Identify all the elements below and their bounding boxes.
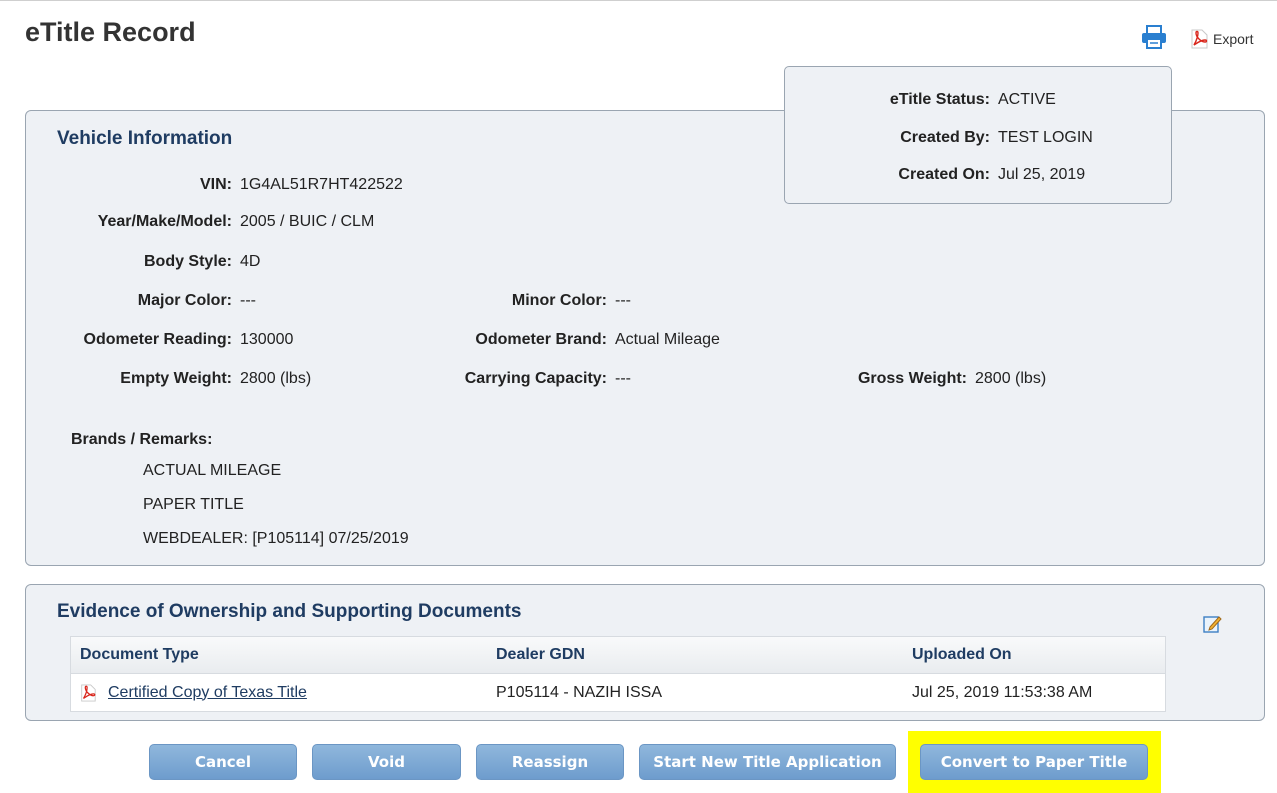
odometer-brand-label: Odometer Brand: bbox=[475, 331, 607, 348]
odometer-brand-value: Actual Mileage bbox=[615, 331, 720, 348]
remark-item: WEBDEALER: [P105114] 07/25/2019 bbox=[143, 530, 409, 547]
odometer-reading-value: 130000 bbox=[240, 331, 294, 348]
documents-table: Document Type Dealer GDN Uploaded On Cer… bbox=[70, 636, 1166, 712]
carrying-capacity-label: Carrying Capacity: bbox=[464, 370, 607, 387]
remark-item: PAPER TITLE bbox=[143, 496, 244, 513]
vin-label: VIN: bbox=[200, 176, 232, 193]
odometer-reading-label: Odometer Reading: bbox=[83, 331, 232, 348]
pdf-icon bbox=[1191, 29, 1208, 49]
export-label: Export bbox=[1213, 31, 1254, 47]
column-header-document-type[interactable]: Document Type bbox=[80, 637, 199, 673]
body-style-label: Body Style: bbox=[143, 253, 232, 270]
column-header-dealer-gdn[interactable]: Dealer GDN bbox=[496, 637, 585, 673]
remark-item: ACTUAL MILEAGE bbox=[143, 462, 282, 479]
table-row: Certified Copy of Texas Title P105114 - … bbox=[71, 674, 1165, 711]
document-link[interactable]: Certified Copy of Texas Title bbox=[108, 684, 307, 702]
created-on-value: Jul 25, 2019 bbox=[998, 166, 1086, 183]
vin-value: 1G4AL51R7HT422522 bbox=[240, 176, 403, 193]
year-make-model-label: Year/Make/Model: bbox=[97, 213, 232, 230]
cancel-button[interactable]: Cancel bbox=[149, 744, 297, 780]
status-label: eTitle Status: bbox=[889, 91, 990, 108]
vehicle-info-title: Vehicle Information bbox=[57, 128, 233, 149]
export-link[interactable]: Export bbox=[1189, 27, 1253, 51]
minor-color-value: --- bbox=[615, 292, 631, 309]
column-header-uploaded-on[interactable]: Uploaded On bbox=[912, 637, 1012, 673]
brands-remarks-label: Brands / Remarks: bbox=[71, 431, 213, 448]
gross-weight-value: 2800 (lbs) bbox=[975, 370, 1047, 387]
created-by-label: Created By: bbox=[900, 129, 990, 146]
empty-weight-label: Empty Weight: bbox=[120, 370, 232, 387]
status-box: eTitle Status: ACTIVE Created By: TEST LOG… bbox=[784, 66, 1172, 204]
major-color-value: --- bbox=[240, 292, 256, 309]
start-new-title-application-button[interactable]: Start New Title Application bbox=[639, 744, 896, 780]
edit-icon[interactable] bbox=[1203, 614, 1223, 634]
body-style-value: 4D bbox=[240, 253, 261, 270]
convert-to-paper-title-button[interactable]: Convert to Paper Title bbox=[920, 744, 1148, 780]
uploaded-on-cell: Jul 25, 2019 11:53:38 AM bbox=[912, 683, 1093, 701]
documents-title: Evidence of Ownership and Supporting Doc… bbox=[57, 601, 522, 622]
minor-color-label: Minor Color: bbox=[511, 292, 607, 309]
void-button[interactable]: Void bbox=[312, 744, 461, 780]
printer-icon[interactable] bbox=[1141, 25, 1167, 49]
dealer-gdn-cell: P105114 - NAZIH ISSA bbox=[496, 683, 662, 701]
page-title: eTitle Record bbox=[25, 17, 196, 47]
status-value: ACTIVE bbox=[998, 91, 1056, 108]
created-on-label: Created On: bbox=[898, 166, 990, 183]
top-divider bbox=[0, 0, 1277, 1]
gross-weight-label: Gross Weight: bbox=[857, 370, 967, 387]
table-header: Document Type Dealer GDN Uploaded On bbox=[71, 637, 1165, 674]
pdf-icon bbox=[81, 683, 96, 702]
year-make-model-value: 2005 / BUIC / CLM bbox=[240, 213, 375, 230]
created-by-value: TEST LOGIN bbox=[998, 129, 1093, 146]
major-color-label: Major Color: bbox=[137, 292, 232, 309]
reassign-button[interactable]: Reassign bbox=[476, 744, 624, 780]
carrying-capacity-value: --- bbox=[615, 370, 631, 387]
empty-weight-value: 2800 (lbs) bbox=[240, 370, 312, 387]
